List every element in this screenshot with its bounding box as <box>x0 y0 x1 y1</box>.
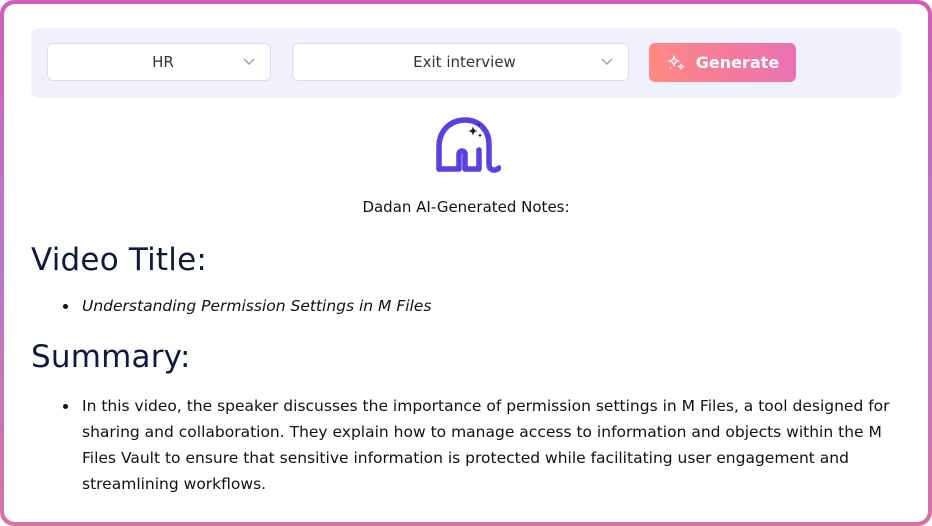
chevron-down-icon <box>243 58 255 65</box>
video-title-list: Understanding Permission Settings in M F… <box>60 293 890 319</box>
summary-list: In this video, the speaker discusses the… <box>60 393 890 497</box>
toolbar: HR Exit interview Generate <box>31 28 901 98</box>
template-select[interactable]: Exit interview <box>292 43 629 81</box>
generate-button-label: Generate <box>695 53 780 72</box>
department-select[interactable]: HR <box>47 43 271 81</box>
department-select-value: HR <box>152 53 174 71</box>
summary-heading: Summary: <box>31 339 191 375</box>
list-item: In this video, the speaker discusses the… <box>60 393 890 497</box>
app-frame: HR Exit interview Generate Dadan AI-Gene… <box>0 0 932 526</box>
notes-caption: Dadan AI-Generated Notes: <box>362 198 570 216</box>
elephant-logo-icon <box>436 117 501 173</box>
generate-button[interactable]: Generate <box>649 43 796 82</box>
list-item: Understanding Permission Settings in M F… <box>60 293 890 319</box>
video-title-heading: Video Title: <box>31 242 207 278</box>
chevron-down-icon <box>601 58 613 65</box>
notes-panel: HR Exit interview Generate Dadan AI-Gene… <box>4 4 928 522</box>
sparkle-icon <box>668 54 684 70</box>
template-select-value: Exit interview <box>413 53 516 71</box>
